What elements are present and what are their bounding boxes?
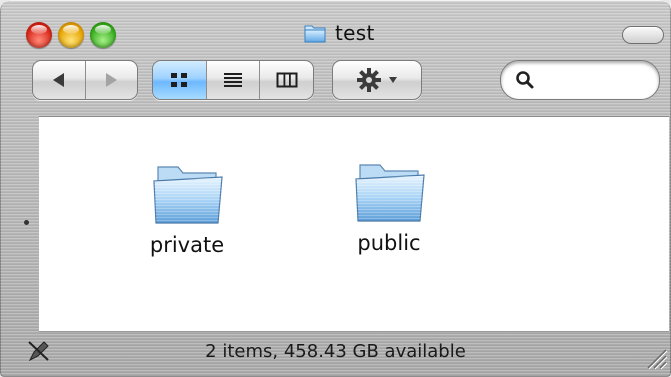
forward-arrow-icon: [106, 73, 118, 87]
icon-view-area: private public: [39, 116, 669, 332]
zoom-button[interactable]: [90, 22, 116, 48]
icon-view-button[interactable]: [153, 61, 206, 99]
close-button[interactable]: [26, 22, 52, 48]
folder-item-private[interactable]: private: [127, 157, 247, 257]
action-menu-button[interactable]: [332, 60, 422, 100]
status-text: 2 items, 458.43 GB available: [205, 341, 466, 362]
gear-icon: [357, 68, 381, 92]
folder-label: private: [149, 233, 225, 257]
back-arrow-icon: [52, 73, 64, 87]
toolbar-toggle-button[interactable]: [622, 26, 664, 44]
title-bar[interactable]: test: [0, 0, 671, 48]
back-button[interactable]: [33, 61, 85, 99]
sidebar-splitter-handle[interactable]: [24, 220, 29, 225]
search-icon: [516, 71, 534, 89]
folder-icon: [304, 25, 326, 43]
action-menu-content: [333, 61, 421, 99]
folder-icon: [355, 164, 425, 222]
status-bar: 2 items, 458.43 GB available: [0, 331, 671, 377]
resize-grip-icon[interactable]: [642, 344, 668, 370]
window-title-text: test: [335, 21, 375, 45]
toolbar: [0, 48, 671, 114]
read-only-pencil-icon: [28, 341, 49, 362]
list-view-icon: [224, 73, 242, 87]
column-view-icon: [276, 72, 298, 88]
chevron-down-icon: [389, 77, 397, 83]
search-field[interactable]: [500, 60, 660, 100]
folder-icon: [153, 166, 223, 224]
list-view-button[interactable]: [205, 61, 260, 99]
view-mode-segment: [152, 60, 314, 100]
folder-label: public: [357, 231, 421, 255]
minimize-button[interactable]: [58, 22, 84, 48]
folder-item-public[interactable]: public: [329, 155, 449, 255]
window-title: test: [303, 20, 375, 46]
icon-view-icon: [171, 73, 188, 87]
forward-button[interactable]: [84, 61, 138, 99]
navigation-segment: [32, 60, 138, 100]
column-view-button[interactable]: [259, 61, 313, 99]
finder-window: test private public 2 items, 458.43 GB a…: [0, 0, 671, 377]
